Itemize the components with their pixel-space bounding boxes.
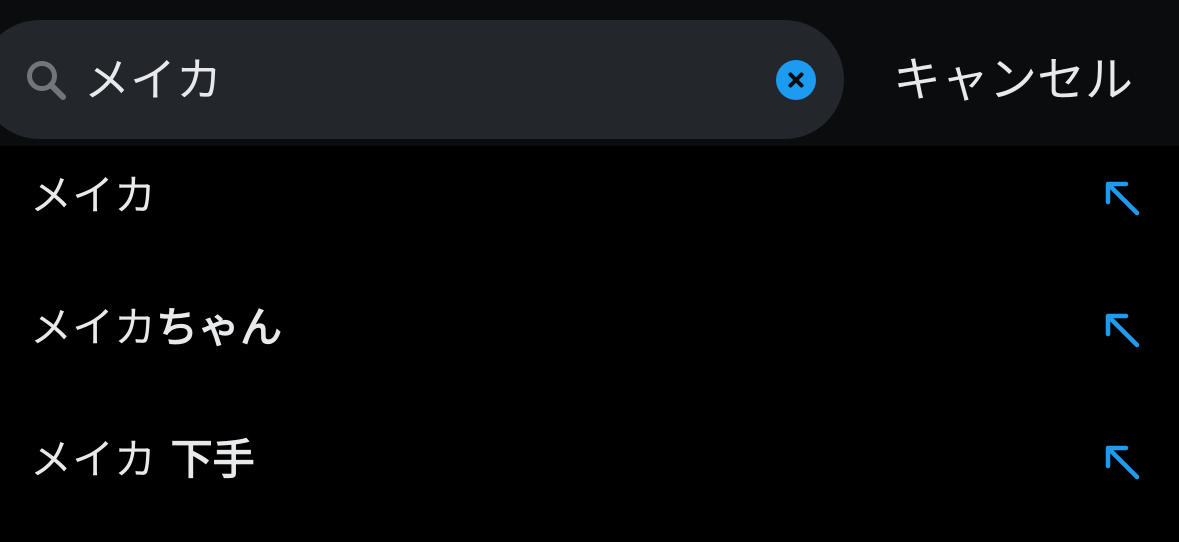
arrow-up-left-icon[interactable] [1102, 178, 1142, 218]
suggestion-label: メイカ [30, 172, 156, 220]
search-header: メイカ キャンセル [0, 0, 1179, 146]
suggestion-label: メイカちゃん [30, 304, 282, 352]
suggestion-item[interactable]: メイカちゃん [0, 278, 1179, 410]
suggestion-list: メイカ メイカちゃん メイカ 下手 [0, 146, 1179, 542]
search-input[interactable]: メイカ [84, 50, 222, 110]
suggestion-query-text: メイカ [30, 171, 157, 220]
arrow-up-left-icon[interactable] [1102, 442, 1142, 482]
clear-search-button[interactable] [776, 60, 816, 100]
clear-icon [788, 72, 804, 88]
suggestion-completion-text: ちゃん [156, 303, 283, 352]
suggestion-query-text: メイカ [30, 435, 157, 484]
suggestion-completion-text: 下手 [156, 435, 255, 484]
cancel-button[interactable]: キャンセル [893, 50, 1133, 110]
arrow-up-left-icon[interactable] [1102, 310, 1142, 350]
suggestion-label: メイカ 下手 [30, 436, 255, 484]
search-icon [27, 61, 66, 100]
suggestion-query-text: メイカ [30, 303, 157, 352]
suggestion-item[interactable]: メイカ [0, 146, 1179, 278]
suggestion-item[interactable]: メイカ 下手 [0, 410, 1179, 542]
